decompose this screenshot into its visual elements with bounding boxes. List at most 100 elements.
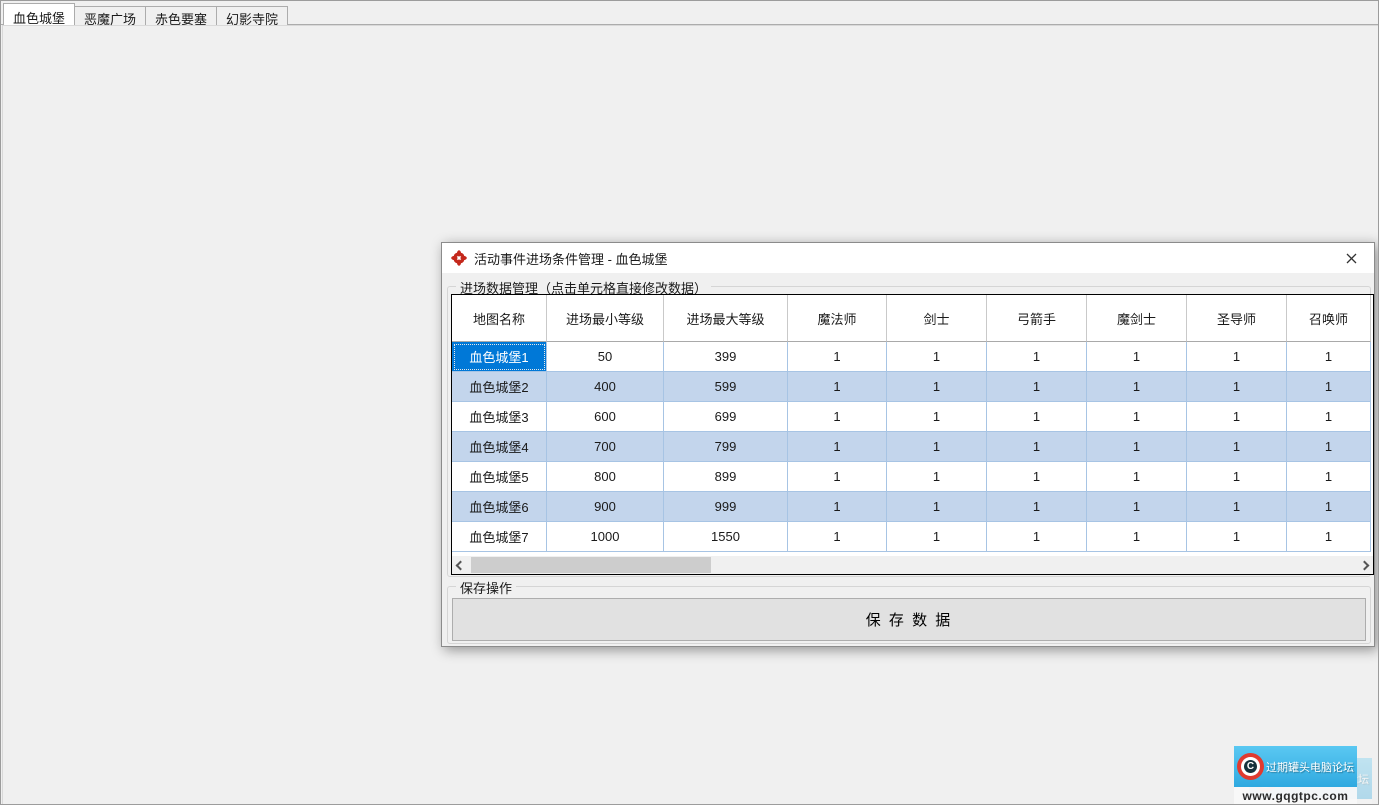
chevron-right-icon — [1360, 560, 1370, 570]
table-cell[interactable]: 1 — [788, 342, 887, 372]
table-cell[interactable]: 799 — [664, 432, 788, 462]
column-header[interactable]: 魔法师 — [788, 295, 887, 342]
table-cell[interactable]: 1 — [1087, 402, 1187, 432]
table-cell[interactable]: 1 — [987, 402, 1087, 432]
table-cell[interactable]: 1 — [1287, 432, 1371, 462]
table-cell[interactable]: 700 — [547, 432, 664, 462]
table-row: 血色城堡3600699111111 — [452, 402, 1371, 432]
table-cell[interactable]: 599 — [664, 372, 788, 402]
table-cell[interactable]: 血色城堡6 — [452, 492, 547, 522]
scrollbar-thumb[interactable] — [471, 557, 711, 573]
table-cell[interactable]: 1 — [1287, 402, 1371, 432]
dialog-title-bar[interactable]: 活动事件进场条件管理 - 血色城堡 — [442, 243, 1374, 273]
table-cell[interactable]: 血色城堡4 — [452, 432, 547, 462]
column-header[interactable]: 剑士 — [887, 295, 987, 342]
table-cell[interactable]: 1 — [1287, 342, 1371, 372]
table-cell[interactable]: 1 — [788, 372, 887, 402]
close-icon — [1346, 253, 1357, 264]
table-cell[interactable]: 1 — [1187, 432, 1287, 462]
table-cell[interactable]: 1 — [1187, 342, 1287, 372]
dialog-group-save-label: 保存操作 — [456, 578, 516, 597]
table-cell[interactable]: 1 — [887, 342, 987, 372]
table-cell[interactable]: 800 — [547, 462, 664, 492]
chevron-left-icon — [456, 560, 466, 570]
table-cell[interactable]: 1 — [887, 402, 987, 432]
table-cell[interactable]: 1 — [987, 492, 1087, 522]
table-cell[interactable]: 血色城堡3 — [452, 402, 547, 432]
tab-blood-castle[interactable]: 血色城堡 — [3, 3, 75, 25]
scroll-left-button[interactable] — [452, 556, 469, 574]
dialog-save-data-button[interactable]: 保 存 数 据 — [452, 598, 1366, 641]
table-cell[interactable]: 1 — [987, 432, 1087, 462]
table-cell[interactable]: 1 — [887, 432, 987, 462]
tab-crywolf[interactable]: 赤色要塞 — [145, 6, 217, 25]
table-cell[interactable]: 1 — [1087, 372, 1187, 402]
table-cell[interactable]: 1 — [1287, 372, 1371, 402]
table-cell[interactable]: 699 — [664, 402, 788, 432]
table-cell[interactable]: 1 — [1187, 402, 1287, 432]
table-cell[interactable]: 1 — [987, 462, 1087, 492]
table-cell[interactable]: 1 — [788, 492, 887, 522]
table-cell[interactable]: 1 — [1187, 522, 1287, 552]
watermark-url: www.gqgtpc.com — [1234, 787, 1357, 804]
table-row: 血色城堡710001550111111 — [452, 522, 1371, 552]
column-header[interactable]: 地图名称 — [452, 295, 547, 342]
table-cell[interactable]: 1 — [887, 372, 987, 402]
table-cell[interactable]: 1 — [788, 432, 887, 462]
entry-conditions-horizontal-scrollbar[interactable] — [452, 556, 1373, 574]
column-header[interactable]: 召唤师 — [1287, 295, 1371, 342]
table-cell[interactable]: 900 — [547, 492, 664, 522]
scroll-right-button[interactable] — [1356, 556, 1373, 574]
table-cell[interactable]: 血色城堡7 — [452, 522, 547, 552]
table-cell[interactable]: 1 — [1087, 342, 1187, 372]
table-cell[interactable]: 1 — [1087, 432, 1187, 462]
dialog-close-button[interactable] — [1329, 243, 1374, 273]
table-cell[interactable]: 1 — [1087, 522, 1187, 552]
table-cell[interactable]: 899 — [664, 462, 788, 492]
watermark: C 过期罐头电脑论坛 www.gqgtpc.com — [1234, 746, 1357, 804]
table-row: 血色城堡6900999111111 — [452, 492, 1371, 522]
table-cell[interactable]: 1000 — [547, 522, 664, 552]
table-row: 血色城堡4700799111111 — [452, 432, 1371, 462]
table-cell[interactable]: 1 — [1187, 462, 1287, 492]
table-cell[interactable]: 1 — [987, 372, 1087, 402]
table-row: 血色城堡5800899111111 — [452, 462, 1371, 492]
table-cell[interactable]: 600 — [547, 402, 664, 432]
watermark-banner: C 过期罐头电脑论坛 — [1234, 746, 1357, 787]
column-header[interactable]: 进场最小等级 — [547, 295, 664, 342]
table-cell[interactable]: 1 — [887, 522, 987, 552]
table-row: 血色城堡2400599111111 — [452, 372, 1371, 402]
table-cell[interactable]: 999 — [664, 492, 788, 522]
table-cell[interactable]: 1 — [1087, 492, 1187, 522]
table-cell[interactable]: 血色城堡1 — [452, 342, 547, 372]
table-cell[interactable]: 400 — [547, 372, 664, 402]
table-cell[interactable]: 1 — [1287, 462, 1371, 492]
table-cell[interactable]: 1 — [987, 522, 1087, 552]
table-cell[interactable]: 1 — [1287, 492, 1371, 522]
tab-devil-square[interactable]: 恶魔广场 — [74, 6, 146, 25]
table-cell[interactable]: 1 — [1087, 462, 1187, 492]
table-cell[interactable]: 1 — [987, 342, 1087, 372]
table-cell[interactable]: 1 — [788, 402, 887, 432]
watermark-forum-name: 过期罐头电脑论坛 — [1266, 759, 1354, 775]
entry-conditions-grid: 地图名称进场最小等级进场最大等级魔法师剑士弓箭手魔剑士圣导师召唤师血色城堡150… — [451, 294, 1374, 575]
table-cell[interactable]: 血色城堡5 — [452, 462, 547, 492]
table-cell[interactable]: 1 — [1287, 522, 1371, 552]
table-cell[interactable]: 1 — [1187, 372, 1287, 402]
table-cell[interactable]: 1550 — [664, 522, 788, 552]
table-cell[interactable]: 血色城堡2 — [452, 372, 547, 402]
table-cell[interactable]: 1 — [887, 492, 987, 522]
table-cell[interactable]: 1 — [1187, 492, 1287, 522]
column-header[interactable]: 圣导师 — [1187, 295, 1287, 342]
scrollbar-track[interactable] — [469, 556, 1356, 574]
column-header[interactable]: 弓箭手 — [987, 295, 1087, 342]
tab-illusion-temple[interactable]: 幻影寺院 — [216, 6, 288, 25]
table-cell[interactable]: 1 — [788, 522, 887, 552]
column-header[interactable]: 进场最大等级 — [664, 295, 788, 342]
table-cell[interactable]: 399 — [664, 342, 788, 372]
table-cell[interactable]: 1 — [788, 462, 887, 492]
column-header[interactable]: 魔剑士 — [1087, 295, 1187, 342]
forum-logo-icon: C — [1237, 753, 1264, 780]
table-cell[interactable]: 1 — [887, 462, 987, 492]
table-cell[interactable]: 50 — [547, 342, 664, 372]
